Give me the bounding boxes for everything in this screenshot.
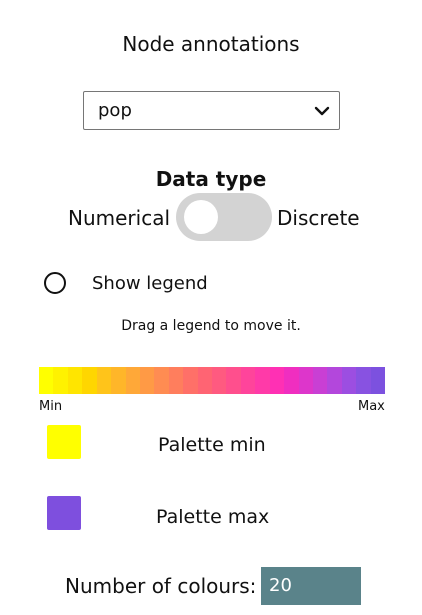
show-legend-label[interactable]: Show legend (92, 273, 208, 295)
show-legend-radio[interactable] (44, 272, 66, 294)
colour-scale-swatch (39, 367, 54, 394)
colour-scale-swatch (370, 367, 386, 394)
palette-min-swatch[interactable] (47, 425, 81, 459)
drag-legend-hint: Drag a legend to move it. (121, 318, 301, 334)
colour-scale-swatch (154, 367, 169, 394)
chevron-down-icon (314, 106, 330, 116)
panel-title: Node annotations (122, 32, 300, 56)
colour-scale-swatch (240, 367, 256, 394)
colour-scale-swatch (183, 367, 198, 394)
number-of-colours-input[interactable]: 20 (261, 567, 361, 605)
colour-scale-max-label: Max (358, 399, 385, 414)
data-type-toggle[interactable] (176, 193, 272, 241)
data-type-heading: Data type (155, 167, 267, 191)
colour-scale-swatch (197, 367, 213, 394)
colour-scale-swatch (341, 367, 357, 394)
palette-min-label: Palette min (158, 434, 266, 456)
number-of-colours-label: Number of colours: (65, 574, 257, 598)
colour-scale-swatch (96, 367, 112, 394)
colour-scale-swatch (212, 367, 227, 394)
toggle-knob (184, 200, 218, 234)
colour-scale-swatch (298, 367, 314, 394)
annotation-select[interactable]: pop (83, 91, 340, 130)
colour-scale-swatch (313, 367, 328, 394)
colour-scale-swatch (226, 367, 241, 394)
colour-scale-swatch (168, 367, 184, 394)
colour-scale-swatch (125, 367, 140, 394)
colour-scale-swatch (111, 367, 126, 394)
colour-scale-swatch (356, 367, 371, 394)
data-type-numerical-label: Numerical (68, 206, 171, 230)
palette-max-swatch[interactable] (47, 496, 81, 530)
colour-scale-swatch (269, 367, 285, 394)
colour-scale-swatch (67, 367, 83, 394)
colour-scale-swatch (284, 367, 299, 394)
colour-scale-swatch (53, 367, 68, 394)
colour-scale-swatch (255, 367, 270, 394)
colour-scale-min-label: Min (39, 399, 63, 414)
palette-max-label: Palette max (156, 506, 270, 528)
colour-scale-swatch (139, 367, 155, 394)
data-type-discrete-label: Discrete (277, 206, 360, 230)
colour-scale-swatch (82, 367, 97, 394)
colour-scale-swatch (327, 367, 342, 394)
annotation-select-value: pop (98, 100, 132, 121)
colour-scale-bar (39, 367, 386, 394)
